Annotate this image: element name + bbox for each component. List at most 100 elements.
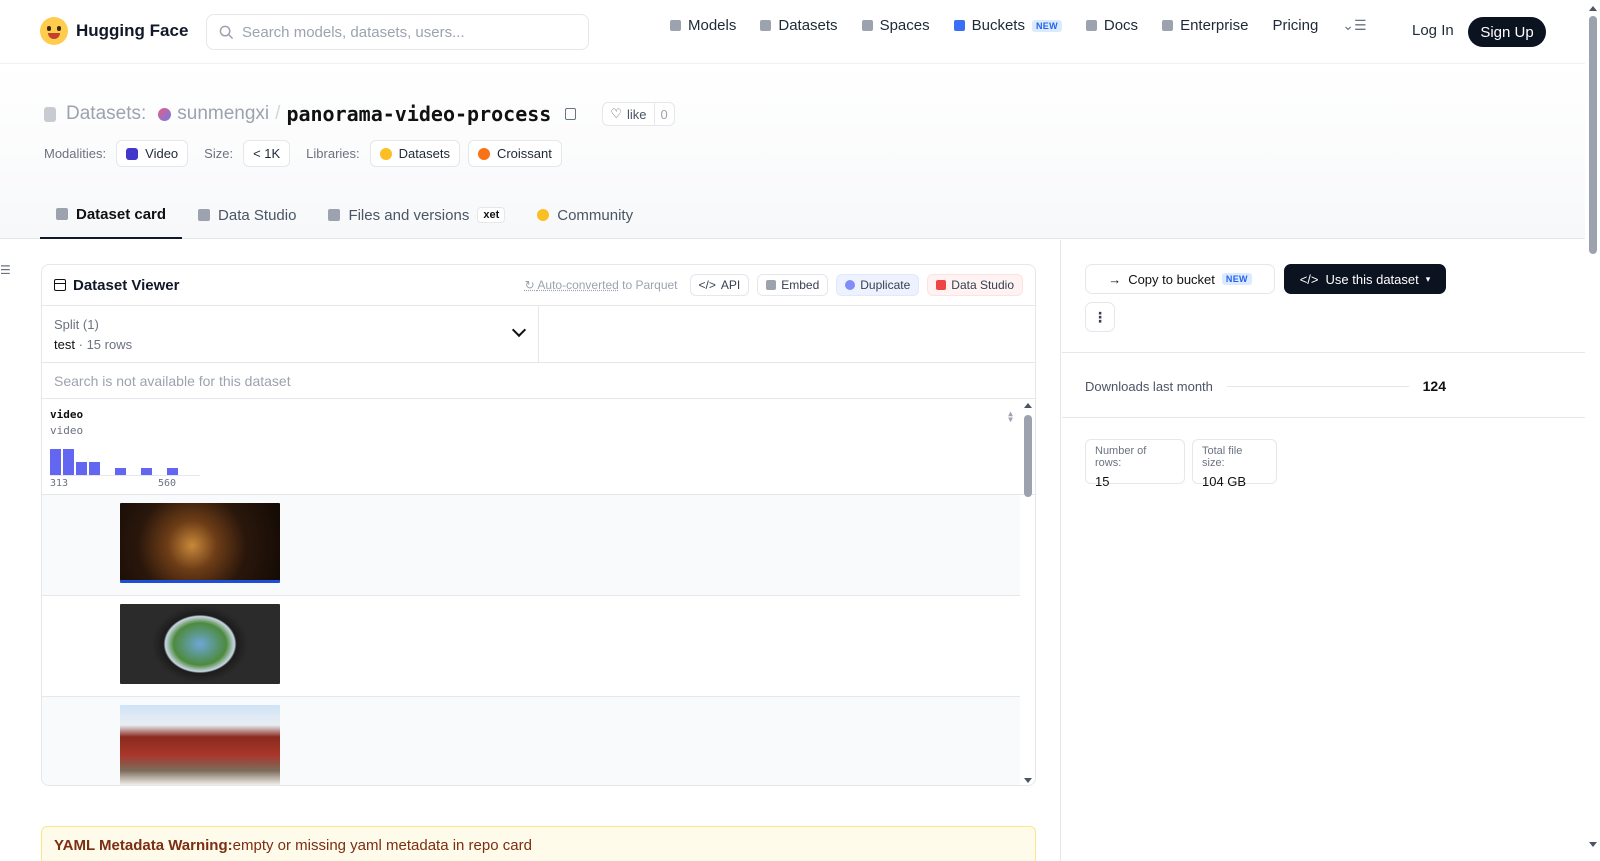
more-options-button[interactable]: ⋮: [1085, 302, 1115, 332]
copy-icon[interactable]: [565, 108, 577, 120]
tab-data-studio[interactable]: Data Studio: [182, 191, 312, 239]
tag-datasets[interactable]: Datasets: [369, 140, 460, 167]
nav-docs[interactable]: Docs: [1085, 17, 1138, 34]
tag-size[interactable]: < 1K: [243, 140, 291, 167]
tab-dataset-card[interactable]: Dataset card: [40, 191, 183, 239]
embed-button[interactable]: Embed: [757, 274, 829, 296]
nav-spaces[interactable]: Spaces: [861, 17, 930, 34]
split-bar: Split (1) test · 15 rows: [42, 306, 1035, 363]
video-icon: [126, 147, 139, 160]
nav-links: Models Datasets Spaces Buckets NEW Docs E…: [670, 17, 1367, 34]
scroll-up-icon[interactable]: [1589, 6, 1597, 11]
sidebar-separator: [1062, 352, 1585, 353]
histogram-bar[interactable]: [141, 468, 152, 475]
duplicate-button[interactable]: Duplicate: [836, 274, 920, 296]
histogram-bar[interactable]: [115, 468, 126, 475]
tab-files-label: Files and versions: [348, 206, 470, 224]
book-icon: [1085, 20, 1097, 31]
histogram-bar[interactable]: [89, 462, 100, 475]
table-row[interactable]: [42, 495, 1020, 596]
repo-kind-label[interactable]: Datasets:: [66, 103, 146, 125]
scroll-thumb[interactable]: [1589, 16, 1597, 254]
histogram-bar[interactable]: [50, 449, 61, 475]
split-selector[interactable]: Split (1) test · 15 rows: [42, 306, 539, 362]
nav-datasets-label: Datasets: [778, 17, 838, 34]
nav-buckets[interactable]: Buckets NEW: [953, 17, 1062, 34]
sort-icon[interactable]: ▲ ▼: [1008, 410, 1013, 424]
viewer-title: Dataset Viewer: [54, 277, 179, 294]
scroll-down-icon[interactable]: [1589, 842, 1597, 847]
repo-header: Datasets: sunmengxi / panorama-video-pro…: [0, 64, 1585, 239]
new-badge: NEW: [1031, 19, 1062, 32]
code-icon: </>: [698, 278, 716, 292]
auto-converted-link[interactable]: Auto-converted: [537, 278, 618, 292]
embed-button-label: Embed: [781, 278, 820, 292]
tag-video-label: Video: [145, 146, 179, 161]
video-thumbnail[interactable]: [120, 604, 280, 684]
code-icon: </>: [1299, 271, 1319, 287]
tab-community-label: Community: [557, 206, 634, 224]
table-row[interactable]: [42, 596, 1020, 697]
api-button[interactable]: </> API: [689, 274, 750, 296]
more-menu-icon[interactable]: ⌄☰: [1342, 17, 1366, 34]
hugging-face-logo-icon: [40, 17, 68, 45]
file-size-stat: Total file size: 104 GB: [1192, 439, 1277, 489]
histogram-bar[interactable]: [167, 468, 178, 475]
histogram-max: 560: [158, 478, 177, 489]
histogram-baseline: [50, 475, 200, 476]
table-row[interactable]: [42, 697, 1020, 785]
nav-datasets[interactable]: Datasets: [760, 17, 838, 34]
file-size-value: 104 GB: [1202, 474, 1247, 489]
scroll-thumb[interactable]: [1024, 415, 1032, 497]
brand-logo[interactable]: Hugging Face: [40, 17, 188, 45]
table-icon: [54, 279, 66, 291]
downloads-stat: Downloads last month 124: [1085, 378, 1446, 394]
video-thumbnail[interactable]: [120, 503, 280, 583]
nav-models-label: Models: [688, 17, 737, 34]
viewer-header: Dataset Viewer ↻ Auto-converted to Parqu…: [42, 265, 1035, 306]
viewer-actions: ↻ Auto-converted to Parquet </> API Embed…: [525, 274, 1023, 296]
signup-button[interactable]: Sign Up: [1468, 17, 1546, 47]
tab-files-and-versions[interactable]: Files and versions xet: [312, 191, 521, 239]
search-box[interactable]: [206, 14, 589, 50]
column-header-video[interactable]: video video 313 560 ▲ ▼: [42, 399, 1035, 495]
sidebar-toggle-icon[interactable]: ☰: [0, 263, 11, 277]
repo-name[interactable]: panorama-video-process: [286, 102, 551, 126]
split-name: test: [54, 337, 75, 352]
tag-datasets-label: Datasets: [398, 146, 450, 161]
viewer-scrollbar[interactable]: [1024, 403, 1032, 783]
community-icon: [537, 209, 550, 221]
tag-video[interactable]: Video: [116, 140, 189, 167]
video-thumbnail[interactable]: [120, 705, 280, 785]
data-studio-button[interactable]: Data Studio: [927, 274, 1023, 296]
scroll-down-icon[interactable]: [1024, 778, 1032, 783]
tag-croissant[interactable]: Croissant: [467, 140, 562, 167]
nav-enterprise[interactable]: Enterprise: [1162, 17, 1248, 34]
use-this-dataset-button[interactable]: </> Use this dataset ▾: [1284, 264, 1446, 294]
histogram-bar[interactable]: [76, 462, 87, 475]
downloads-count: 124: [1422, 378, 1446, 394]
tab-data-studio-label: Data Studio: [218, 206, 297, 224]
scroll-up-icon[interactable]: [1024, 403, 1032, 408]
page-scrollbar[interactable]: [1586, 0, 1600, 861]
repo-owner-link[interactable]: sunmengxi: [177, 103, 269, 125]
copy-to-bucket-button[interactable]: → Copy to bucket NEW: [1085, 264, 1275, 294]
column-name: video: [50, 408, 84, 421]
xet-badge: xet: [477, 207, 506, 223]
tab-community[interactable]: Community: [521, 191, 649, 239]
yaml-warning: YAML Metadata Warning:empty or missing y…: [41, 826, 1036, 861]
nav-enterprise-label: Enterprise: [1180, 17, 1249, 34]
file-size-label: Total file size:: [1202, 445, 1243, 469]
login-link[interactable]: Log In: [1412, 22, 1454, 39]
database-icon: [44, 106, 56, 122]
nav-pricing[interactable]: Pricing: [1272, 17, 1318, 34]
like-button[interactable]: ♡ like 0: [602, 102, 675, 126]
nav-models[interactable]: Models: [670, 17, 736, 34]
cube-icon: [670, 20, 681, 31]
dataset-viewer: Dataset Viewer ↻ Auto-converted to Parqu…: [41, 264, 1036, 786]
tab-dataset-card-label: Dataset card: [76, 205, 167, 223]
search-input[interactable]: [242, 23, 562, 41]
table-icon: [198, 209, 211, 221]
histogram-min: 313: [50, 478, 69, 489]
histogram-bar[interactable]: [63, 449, 74, 475]
